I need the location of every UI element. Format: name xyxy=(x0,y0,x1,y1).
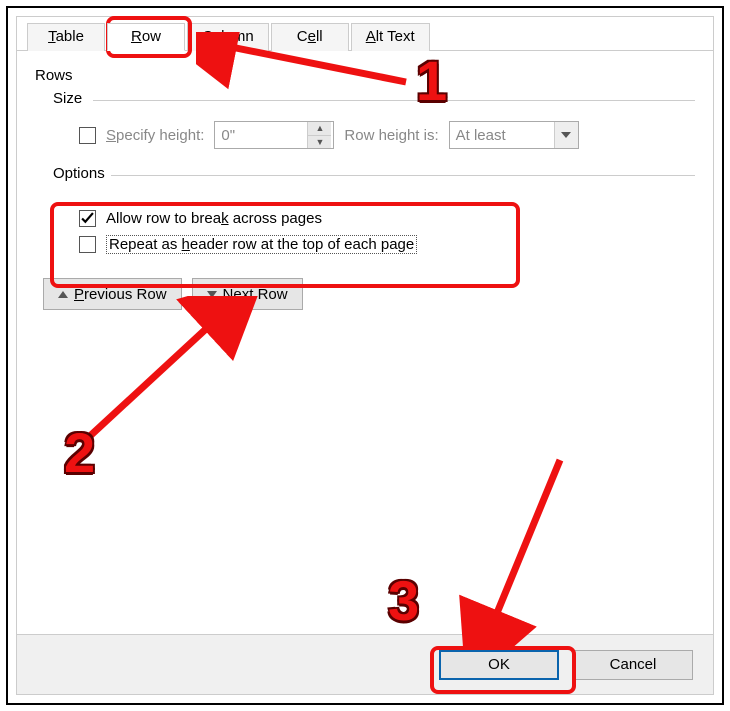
height-value-input[interactable] xyxy=(215,122,307,148)
row-height-mode-dropdown[interactable]: At least xyxy=(449,121,579,149)
ok-button-label: OK xyxy=(488,656,510,673)
repeat-header-label: Repeat as header row at the top of each … xyxy=(106,235,417,254)
repeat-header-checkbox[interactable] xyxy=(79,236,96,253)
dialog-body: Rows Size Specify height: ▲ ▼ xyxy=(17,51,713,634)
allow-break-checkbox[interactable] xyxy=(79,210,96,227)
nav-row: Previous Row Next Row xyxy=(43,278,695,310)
height-spinner[interactable]: ▲ ▼ xyxy=(214,121,334,149)
spinner-down[interactable]: ▼ xyxy=(308,136,331,149)
tab-row[interactable]: Row xyxy=(107,23,185,51)
previous-row-button[interactable]: Previous Row xyxy=(43,278,182,310)
next-row-button[interactable]: Next Row xyxy=(192,278,303,310)
group-options: Options Allow row to break across pages … xyxy=(53,165,695,254)
specify-height-label: Specify height: xyxy=(106,127,204,144)
table-properties-dialog: Table Row Column Cell Alt Text Rows Size… xyxy=(16,16,714,695)
row-height-mode-value: At least xyxy=(450,127,554,144)
group-options-label: Options xyxy=(53,165,111,182)
tab-cell[interactable]: Cell xyxy=(271,23,349,51)
spinner-up[interactable]: ▲ xyxy=(308,122,331,136)
allow-break-row: Allow row to break across pages xyxy=(79,210,695,227)
triangle-up-icon xyxy=(58,291,68,298)
allow-break-label: Allow row to break across pages xyxy=(106,210,322,227)
group-options-divider xyxy=(93,175,695,176)
tab-table[interactable]: Table xyxy=(27,23,105,51)
dropdown-arrow-icon xyxy=(554,122,578,148)
tab-strip: Table Row Column Cell Alt Text xyxy=(17,17,713,51)
section-rows-title: Rows xyxy=(35,67,695,84)
tab-alt-text[interactable]: Alt Text xyxy=(351,23,430,51)
cancel-button[interactable]: Cancel xyxy=(573,650,693,680)
tab-column[interactable]: Column xyxy=(187,23,269,51)
ok-button[interactable]: OK xyxy=(439,650,559,680)
specify-height-row: Specify height: ▲ ▼ Row height is: At le… xyxy=(79,121,695,149)
specify-height-checkbox[interactable] xyxy=(79,127,96,144)
screenshot-frame: Table Row Column Cell Alt Text Rows Size… xyxy=(6,6,724,705)
triangle-down-icon xyxy=(207,291,217,298)
group-size-divider xyxy=(93,100,695,101)
dialog-footer: OK Cancel xyxy=(17,634,713,694)
repeat-header-row: Repeat as header row at the top of each … xyxy=(79,235,695,254)
row-height-is-label: Row height is: xyxy=(344,127,438,144)
cancel-button-label: Cancel xyxy=(610,656,657,673)
group-size: Size Specify height: ▲ ▼ Row height i xyxy=(53,90,695,149)
group-size-label: Size xyxy=(53,90,88,107)
